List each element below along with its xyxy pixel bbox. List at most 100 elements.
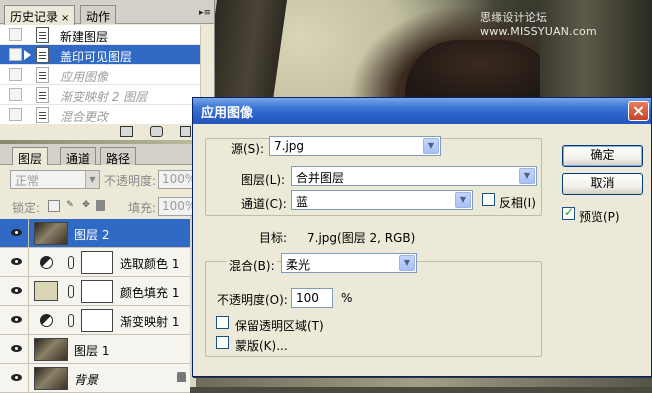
tab-actions-label: 动作 <box>86 10 111 24</box>
tab-channels[interactable]: 通道 <box>60 147 97 166</box>
tab-paths[interactable]: 路径 <box>100 147 137 166</box>
layer-row[interactable]: 背景 <box>0 364 190 393</box>
tab-layers[interactable]: 图层 <box>12 147 49 166</box>
link-chain-icon <box>68 314 74 327</box>
photo-subject-hair <box>405 40 555 100</box>
tab-channels-label: 通道 <box>66 152 91 166</box>
layer-row[interactable]: 颜色填充 1 <box>0 277 190 306</box>
layer-row[interactable]: 图层 1 <box>0 335 190 364</box>
eye-icon[interactable] <box>3 219 29 248</box>
eye-icon[interactable] <box>3 335 29 364</box>
preview-checkbox[interactable] <box>562 205 575 220</box>
layer-name: 图层 2 <box>74 228 110 242</box>
adjustment-layer-icon <box>40 256 53 269</box>
opacity-input[interactable]: 100% <box>158 170 196 189</box>
target-label: 目标: <box>259 231 288 245</box>
history-snapshot-checkbox[interactable] <box>9 108 22 121</box>
link-chain-icon <box>68 256 74 269</box>
layer-row[interactable]: 渐变映射 1 <box>0 306 190 335</box>
layer-label: 图层(L): <box>241 173 286 187</box>
history-item-selected[interactable]: 盖印可见图层 <box>0 45 200 65</box>
lock-icon <box>177 372 186 382</box>
history-item-label: 应用图像 <box>60 70 109 84</box>
lock-move-icon[interactable]: ✥ <box>80 200 92 212</box>
tab-paths-label: 路径 <box>106 152 131 166</box>
eye-icon[interactable] <box>3 306 29 335</box>
preserve-transparency-label: 保留透明区域(T) <box>235 319 324 333</box>
channel-label: 通道(C): <box>241 197 287 211</box>
layers-tabbar: 图层 通道 路径 <box>0 144 195 166</box>
chevron-down-icon: ▼ <box>85 171 99 188</box>
history-item-label: 混合更改 <box>60 110 109 124</box>
fill-label: 填充: <box>128 201 157 215</box>
camera-snapshot-icon[interactable] <box>150 126 163 137</box>
chevron-down-icon: ▼ <box>423 138 439 154</box>
link-chain-icon <box>68 285 74 298</box>
history-item-label: 盖印可见图层 <box>60 50 133 64</box>
opacity-input[interactable]: 100 <box>291 288 333 308</box>
blending-select[interactable]: 柔光 ▼ <box>281 253 417 273</box>
history-panel: 历史记录× 动作 ▸≡ 新建图层 盖印可见图层 应用图像 渐变映射 2 图层 <box>0 0 215 140</box>
blending-label: 混合(B): <box>227 257 277 274</box>
history-item[interactable]: 新建图层 <box>0 25 200 45</box>
channel-value: 蓝 <box>296 195 309 209</box>
fill-input[interactable]: 100% <box>158 197 196 216</box>
layers-panel: 图层 通道 路径 正常 ▼ 不透明度: 100% 锁定: ✎ ✥ 填充: 100… <box>0 144 196 393</box>
lock-brush-icon[interactable]: ✎ <box>64 200 76 212</box>
eye-icon[interactable] <box>3 277 29 306</box>
layer-name: 图层 1 <box>74 344 110 358</box>
lock-all-icon[interactable] <box>96 200 105 211</box>
lock-label: 锁定: <box>12 201 41 215</box>
watermark-text: 思缘设计论坛 www.MISSYUAN.com <box>480 11 597 38</box>
dialog-title: 应用图像 <box>201 106 254 121</box>
history-state-icon <box>36 67 49 83</box>
adjustment-layer-icon <box>40 314 53 327</box>
close-button[interactable]: × <box>628 101 649 121</box>
target-value: 7.jpg(图层 2, RGB) <box>307 231 416 245</box>
history-snapshot-checkbox[interactable] <box>9 68 22 81</box>
history-footer <box>0 124 214 140</box>
blend-mode-select[interactable]: 正常 ▼ <box>10 170 100 189</box>
tab-history-label: 历史记录 <box>10 10 59 24</box>
history-snapshot-checkbox[interactable] <box>9 28 22 41</box>
preview-label: 预览(P) <box>579 210 620 224</box>
history-snapshot-checkbox[interactable] <box>9 88 22 101</box>
tab-history[interactable]: 历史记录 × <box>4 5 76 25</box>
history-tabbar: 历史记录 × 动作 ▸≡ <box>0 0 214 25</box>
layer-name: 选取颜色 1 <box>120 257 180 271</box>
cancel-button[interactable]: 取消 <box>562 173 643 195</box>
history-brush-marker-icon <box>24 50 31 60</box>
history-item[interactable]: 混合更改 <box>0 105 200 124</box>
layer-mask-thumbnail <box>81 251 113 274</box>
new-document-icon[interactable] <box>120 126 133 137</box>
eye-icon[interactable] <box>3 248 29 277</box>
opacity-label: 不透明度(O): <box>217 293 288 307</box>
source-select[interactable]: 7.jpg ▼ <box>269 136 441 156</box>
history-item[interactable]: 渐变映射 2 图层 <box>0 85 200 105</box>
dialog-titlebar[interactable]: 应用图像 × <box>193 98 651 124</box>
invert-checkbox[interactable] <box>482 193 495 206</box>
ok-button[interactable]: 确定 <box>562 145 643 167</box>
history-item[interactable]: 应用图像 <box>0 65 200 85</box>
tab-actions[interactable]: 动作 <box>80 5 117 24</box>
mask-checkbox[interactable] <box>216 336 229 349</box>
eye-icon[interactable] <box>3 364 29 393</box>
history-state-icon <box>36 107 49 123</box>
layer-row-selected[interactable]: 图层 2 <box>0 219 190 248</box>
invert-label: 反相(I) <box>499 196 536 210</box>
trash-icon[interactable] <box>180 126 191 137</box>
mask-label: 蒙版(K)... <box>235 339 288 353</box>
panel-menu-icon[interactable]: ▸≡ <box>199 7 211 19</box>
chevron-down-icon: ▼ <box>399 255 415 271</box>
history-snapshot-checkbox[interactable] <box>9 48 22 61</box>
history-state-icon <box>36 47 49 63</box>
layer-row[interactable]: 选取颜色 1 <box>0 248 190 277</box>
preserve-transparency-checkbox[interactable] <box>216 316 229 329</box>
layers-lock-row: 锁定: ✎ ✥ 填充: 100% <box>0 194 196 218</box>
chevron-down-icon: ▼ <box>455 192 471 208</box>
layer-select[interactable]: 合并图层 ▼ <box>291 166 537 186</box>
tab-close-icon[interactable]: × <box>61 13 69 24</box>
opacity-unit: % <box>341 291 353 305</box>
lock-transparency-icon[interactable] <box>48 200 60 212</box>
channel-select[interactable]: 蓝 ▼ <box>291 190 473 210</box>
